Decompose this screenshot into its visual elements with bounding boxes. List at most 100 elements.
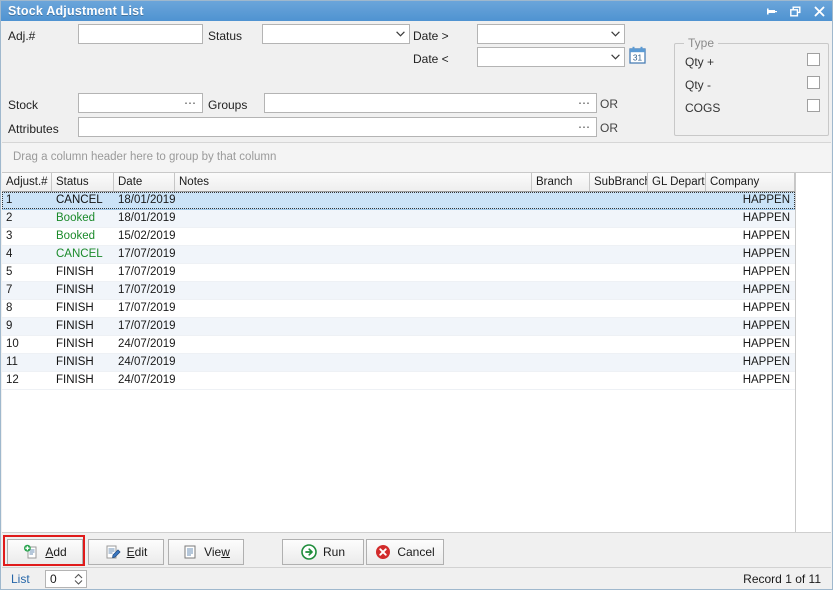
grid-cell-status: Booked	[56, 212, 96, 224]
attributes-input[interactable]: ⋯	[78, 117, 597, 137]
grid-cell-notes	[175, 210, 532, 227]
grid-cell-company: HAPPEN	[742, 194, 790, 206]
grid-column-header-date[interactable]: Date	[114, 173, 175, 191]
run-button-label: Run	[322, 545, 345, 559]
grid-cell-date: 17/07/2019	[118, 302, 175, 314]
table-row[interactable]: 10 FINISH 24/07/2019 HAPPEN	[2, 336, 795, 354]
grid-cell-branch	[532, 210, 590, 227]
grid-cell-branch	[532, 282, 590, 299]
table-row[interactable]: 12 FINISH 24/07/2019 HAPPEN	[2, 372, 795, 390]
calendar-picker-icon[interactable]: 31	[629, 46, 646, 64]
grid-cell-notes	[175, 264, 532, 281]
grid-cell-notes	[175, 192, 532, 209]
grid-cell-adjust: 12	[6, 374, 19, 386]
list-number-value: 0	[50, 572, 57, 586]
stock-input[interactable]: ⋯	[78, 93, 203, 113]
groups-input[interactable]: ⋯	[264, 93, 597, 113]
grid-column-header-subbranch[interactable]: SubBranch	[590, 173, 648, 191]
cancel-button[interactable]: Cancel	[366, 539, 444, 565]
grid-cell-status: FINISH	[56, 356, 94, 368]
titlebar-button-group	[765, 5, 832, 18]
view-button-label: View	[204, 545, 230, 559]
stock-ellipsis-icon[interactable]: ⋯	[184, 96, 197, 110]
grid-column-header-status[interactable]: Status	[52, 173, 114, 191]
grid-cell-gldepart	[648, 282, 706, 299]
table-row[interactable]: 8 FINISH 17/07/2019 HAPPEN	[2, 300, 795, 318]
grid-cell-date: 18/01/2019	[118, 212, 175, 224]
table-row[interactable]: 1 CANCEL 18/01/2019 HAPPEN	[2, 192, 795, 210]
grid-column-header-company[interactable]: Company	[706, 173, 795, 191]
table-row[interactable]: 3 Booked 15/02/2019 HAPPEN	[2, 228, 795, 246]
grid-cell-status: FINISH	[56, 284, 94, 296]
grid-empty-right-area	[795, 173, 831, 532]
type-checkbox-cogs[interactable]	[807, 99, 820, 112]
auto-hide-pin-icon[interactable]	[765, 5, 778, 18]
grid-cell-subbranch	[590, 264, 648, 281]
grid-cell-notes	[175, 246, 532, 263]
table-row[interactable]: 2 Booked 18/01/2019 HAPPEN	[2, 210, 795, 228]
stock-adjustment-list-window: Stock Adjustment List Adj.# Status Date …	[0, 0, 833, 590]
adj-number-input[interactable]	[78, 24, 203, 44]
grid-cell-date: 17/07/2019	[118, 266, 175, 278]
grid-cell-gldepart	[648, 192, 706, 209]
status-bar: List 0 Record 1 of 11	[2, 567, 831, 589]
grid-cell-subbranch	[590, 354, 648, 371]
view-button[interactable]: View	[168, 539, 244, 565]
type-option-label-cogs: COGS	[685, 101, 721, 115]
window-titlebar: Stock Adjustment List	[1, 1, 832, 21]
date-greater-select[interactable]	[477, 24, 625, 44]
grid-cell-adjust: 10	[6, 338, 19, 350]
grid-column-header-adjust[interactable]: Adjust.#	[2, 173, 52, 191]
type-option-label-qty-plus: Qty +	[685, 55, 715, 69]
add-button-label: Add	[45, 545, 67, 559]
type-checkbox-qty-plus[interactable]	[807, 53, 820, 66]
grid-cell-company: HAPPEN	[742, 284, 790, 296]
table-row[interactable]: 7 FINISH 17/07/2019 HAPPEN	[2, 282, 795, 300]
grid-cell-company: HAPPEN	[742, 212, 790, 224]
table-row[interactable]: 5 FINISH 17/07/2019 HAPPEN	[2, 264, 795, 282]
grid-cell-gldepart	[648, 246, 706, 263]
grid-cell-notes	[175, 336, 532, 353]
restore-icon[interactable]	[789, 5, 802, 18]
grid-cell-adjust: 1	[6, 194, 13, 206]
table-row[interactable]: 11 FINISH 24/07/2019 HAPPEN	[2, 354, 795, 372]
filter-panel: Adj.# Status Date > Date < 31 Type Qty +…	[2, 21, 831, 141]
grid-cell-adjust: 8	[6, 302, 13, 314]
grid-cell-company: HAPPEN	[742, 374, 790, 386]
record-position-text: Record 1 of 11	[743, 572, 821, 586]
groups-ellipsis-icon[interactable]: ⋯	[578, 96, 591, 110]
grid-cell-gldepart	[648, 300, 706, 317]
grid-column-header-branch[interactable]: Branch	[532, 173, 590, 191]
groups-label: Groups	[208, 98, 248, 112]
add-document-icon	[23, 544, 39, 560]
list-link[interactable]: List	[11, 572, 30, 586]
group-by-drop-area[interactable]: Drag a column header here to group by th…	[2, 142, 831, 173]
stock-label: Stock	[8, 98, 39, 112]
grid-cell-subbranch	[590, 192, 648, 209]
list-number-stepper[interactable]: 0	[45, 570, 87, 588]
grid-cell-adjust: 5	[6, 266, 13, 278]
grid-cell-adjust: 7	[6, 284, 13, 296]
grid-cell-branch	[532, 192, 590, 209]
stepper-arrows-icon[interactable]	[73, 572, 84, 586]
grid-column-header-gldepart[interactable]: GL Depart.	[648, 173, 706, 191]
table-row[interactable]: 4 CANCEL 17/07/2019 HAPPEN	[2, 246, 795, 264]
edit-button[interactable]: Edit	[88, 539, 164, 565]
grid-column-header-notes[interactable]: Notes	[175, 173, 532, 191]
grid-cell-status: FINISH	[56, 266, 94, 278]
type-checkbox-qty-minus[interactable]	[807, 76, 820, 89]
grid-cell-adjust: 11	[6, 356, 18, 368]
grid-cell-company: HAPPEN	[742, 230, 790, 242]
grid-cell-notes	[175, 282, 532, 299]
run-button[interactable]: Run	[282, 539, 364, 565]
grid-header-row: Adjust.# Status Date Notes Branch SubBranch GL…	[2, 173, 795, 192]
attributes-ellipsis-icon[interactable]: ⋯	[578, 120, 591, 134]
grid-cell-company: HAPPEN	[742, 248, 790, 260]
status-select[interactable]	[262, 24, 410, 44]
add-button[interactable]: Add	[7, 539, 83, 565]
grid-cell-adjust: 9	[6, 320, 13, 332]
close-icon[interactable]	[813, 5, 826, 18]
table-row[interactable]: 9 FINISH 17/07/2019 HAPPEN	[2, 318, 795, 336]
date-less-select[interactable]	[477, 47, 625, 67]
grid-cell-branch	[532, 318, 590, 335]
